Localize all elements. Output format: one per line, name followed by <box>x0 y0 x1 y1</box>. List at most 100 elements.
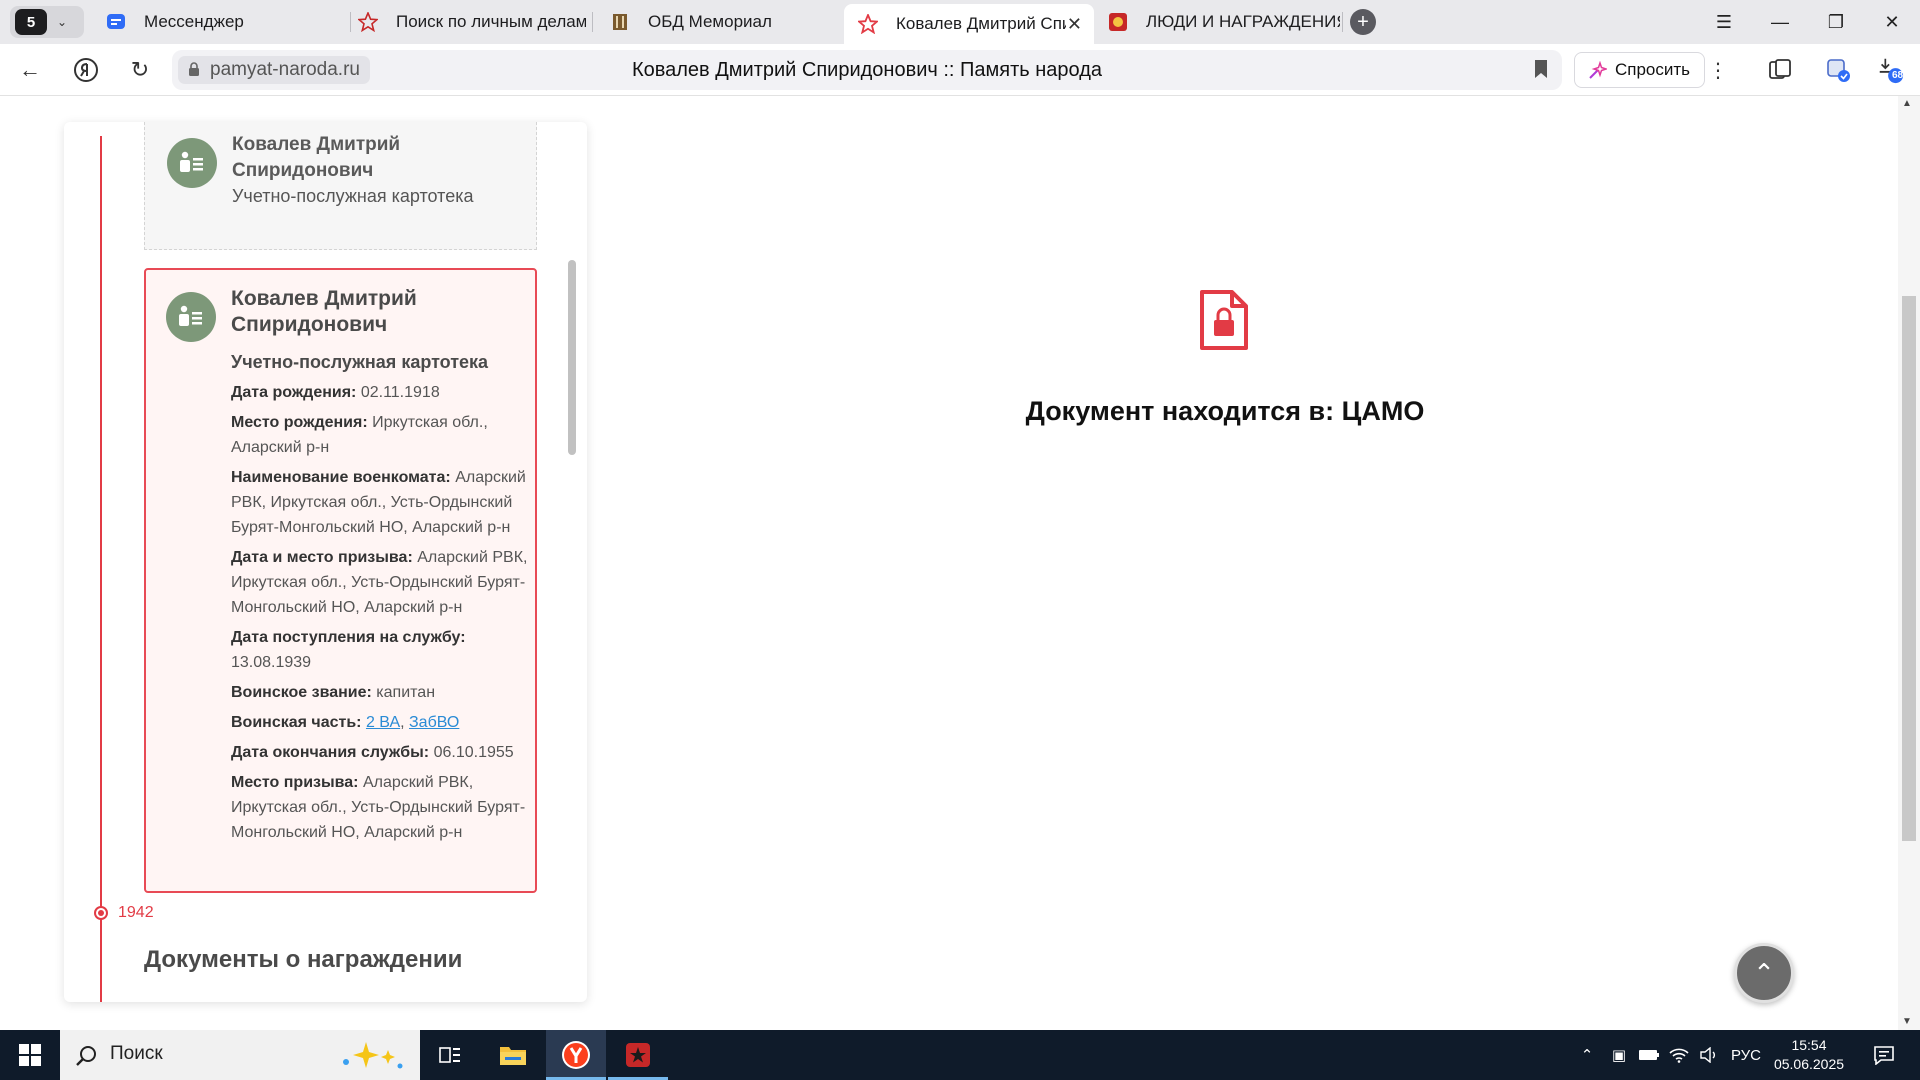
windows-taskbar: Поиск ⌃ ▣ РУС 15:54 05.06.2025 <box>0 1030 1920 1080</box>
timeline-line <box>100 136 102 1002</box>
tab-people-and-awards[interactable]: ЛЮДИ И НАГРАЖДЕНИЯ <box>1108 4 1340 40</box>
show-hidden-icons-button[interactable]: ⌃ <box>1572 1030 1602 1080</box>
tab-label: ЛЮДИ И НАГРАЖДЕНИЯ <box>1146 12 1340 31</box>
ask-label: Спросить <box>1615 60 1691 79</box>
start-button[interactable] <box>0 1030 60 1080</box>
unit-link-zabvo[interactable]: ЗабВО <box>409 714 459 731</box>
volume-icon[interactable] <box>1694 1030 1724 1080</box>
award-icon <box>1108 12 1128 32</box>
person-name-line1: Ковалев Дмитрий <box>231 287 417 310</box>
field-label: Место рождения: <box>231 414 368 431</box>
field-commissariat: Наименование военкомата: Аларский РВК, И… <box>231 465 529 540</box>
windows-logo-icon <box>19 1044 41 1066</box>
locked-document-icon <box>1200 290 1248 350</box>
record-card-collapsed[interactable]: Ковалев Дмитрий Спиридонович Учетно-посл… <box>144 122 537 250</box>
field-label: Дата поступления на службу: <box>231 629 466 646</box>
record-fields: Дата рождения: 02.11.1918 Место рождения… <box>231 380 529 850</box>
wifi-icon[interactable] <box>1664 1030 1694 1080</box>
scroll-to-top-button[interactable]: ⌃ <box>1734 943 1794 1003</box>
field-birth-date: Дата рождения: 02.11.1918 <box>231 380 529 405</box>
tab-messenger[interactable]: Мессенджер <box>106 4 346 40</box>
field-label: Дата и место призыва: <box>231 549 413 566</box>
more-options-icon[interactable]: ⋮ <box>1704 56 1732 84</box>
awards-section-title: Документы о награждении <box>144 946 463 973</box>
tab-label: ОБД Мемориал <box>648 12 772 31</box>
field-draft-place: Место призыва: Аларский РВК, Иркутская о… <box>231 770 529 845</box>
notification-center-icon[interactable] <box>1864 1030 1904 1080</box>
reload-button[interactable]: ↻ <box>126 56 154 84</box>
close-window-button[interactable]: ✕ <box>1864 0 1920 44</box>
clock-date: 05.06.2025 <box>1773 1056 1845 1072</box>
tab-search-personal-files[interactable]: Поиск по личным делам I <box>358 4 586 40</box>
tab-label: Мессенджер <box>144 12 244 31</box>
navigation-bar: ← ↻ pamyat-naroda.ru Ковалев Дмитрий Спи… <box>0 44 1920 96</box>
search-placeholder: Поиск <box>110 1043 163 1064</box>
tab-separator <box>350 12 351 32</box>
messenger-icon <box>106 12 126 32</box>
field-value: 06.10.1955 <box>433 744 514 761</box>
search-icon <box>76 1046 96 1066</box>
tab-menu-icon[interactable]: ☰ <box>1696 0 1752 44</box>
taskbar-search[interactable]: Поиск <box>60 1030 420 1080</box>
yandex-browser-taskbar-button[interactable] <box>546 1030 606 1080</box>
field-label: Воинское звание: <box>231 684 372 701</box>
tab-obd-memorial[interactable]: ОБД Мемориал <box>610 4 840 40</box>
downloads-badge: 68 <box>1892 70 1904 81</box>
sparkle-icon <box>1589 61 1607 79</box>
field-military-unit: Воинская часть: 2 ВА, ЗабВО <box>231 710 529 735</box>
file-explorer-button[interactable] <box>483 1030 543 1080</box>
extensions-icon[interactable] <box>1824 56 1852 84</box>
field-draft-date-place: Дата и место призыва: Аларский РВК, Ирку… <box>231 545 529 620</box>
downloads-button[interactable]: 68 <box>1876 56 1904 84</box>
timeline-year: 1942 <box>118 904 154 921</box>
pamyat-naroda-app-button[interactable] <box>608 1030 668 1080</box>
address-page-title: Ковалев Дмитрий Спиридонович :: Память н… <box>631 59 1103 81</box>
memorial-icon <box>610 12 630 32</box>
restore-button[interactable]: ❐ <box>1808 0 1864 44</box>
record-card-icon <box>167 138 217 188</box>
page-scrollbar-thumb[interactable] <box>1902 296 1916 841</box>
collections-icon[interactable] <box>1766 56 1794 84</box>
record-card-icon <box>166 292 216 342</box>
panel-scrollbar-thumb[interactable] <box>568 260 576 455</box>
unit-link-2va[interactable]: 2 ВА <box>366 714 400 731</box>
field-service-start: Дата поступления на службу: 13.08.1939 <box>231 625 529 675</box>
tab-kovalev[interactable]: Ковалев Дмитрий Спи ✕ <box>844 4 1094 44</box>
tab-groups-button[interactable]: 5 ⌄ <box>10 6 84 38</box>
person-name-line1: Ковалев Дмитрий <box>232 134 401 155</box>
person-records-panel: Ковалев Дмитрий Спиридонович Учетно-посл… <box>64 122 587 1002</box>
field-label: Наименование военкомата: <box>231 469 451 486</box>
person-name-line2: Спиридонович <box>231 313 388 336</box>
scroll-down-arrow-icon[interactable]: ▼ <box>1902 1016 1912 1027</box>
back-button[interactable]: ← <box>16 56 44 84</box>
field-label: Дата рождения: <box>231 384 357 401</box>
field-label: Дата окончания службы: <box>231 744 430 761</box>
battery-icon[interactable] <box>1634 1030 1664 1080</box>
tab-separator <box>1342 12 1343 32</box>
document-location-text: Документ находится в: ЦАМО <box>1025 396 1425 426</box>
task-view-button[interactable] <box>420 1030 480 1080</box>
scroll-up-arrow-icon[interactable]: ▲ <box>1902 98 1912 109</box>
ask-alice-button[interactable]: Спросить <box>1574 52 1706 88</box>
yandex-browser-icon <box>562 1041 590 1069</box>
folder-icon <box>500 1047 526 1065</box>
minimize-button[interactable]: — <box>1752 0 1808 44</box>
field-service-end: Дата окончания службы: 06.10.1955 <box>231 740 529 765</box>
yandex-home-button[interactable] <box>72 56 100 84</box>
meet-now-icon[interactable]: ▣ <box>1604 1030 1634 1080</box>
close-tab-icon[interactable]: ✕ <box>1067 14 1082 35</box>
system-clock[interactable]: 15:54 05.06.2025 <box>1764 1036 1854 1074</box>
chevron-up-icon: ⌃ <box>1753 957 1775 988</box>
tab-strip: 5 ⌄ Мессенджер Поиск по личным делам I О… <box>0 0 1920 44</box>
address-bar[interactable]: pamyat-naroda.ru Ковалев Дмитрий Спиридо… <box>172 50 1562 90</box>
bookmark-icon[interactable] <box>1534 59 1548 79</box>
tab-separator <box>592 12 593 32</box>
tab-label: Поиск по личным делам I <box>396 12 586 31</box>
record-card-selected[interactable]: Ковалев Дмитрий Спиридонович Учетно-посл… <box>144 268 537 893</box>
input-language-indicator[interactable]: РУС <box>1726 1030 1766 1080</box>
new-tab-button[interactable]: + <box>1350 9 1376 35</box>
record-type: Учетно-послужная картотека <box>231 352 489 372</box>
red-star-icon <box>358 12 378 32</box>
field-label: Воинская часть: <box>231 714 362 731</box>
field-label: Место призыва: <box>231 774 359 791</box>
